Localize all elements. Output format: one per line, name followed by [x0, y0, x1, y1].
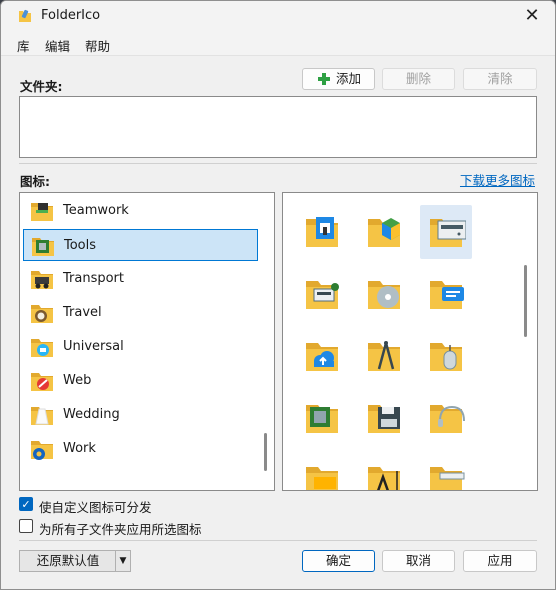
- divider: [19, 163, 537, 164]
- clear-folders-button[interactable]: 清除: [463, 68, 537, 90]
- dialog-content: 文件夹: 添加 删除 清除 图标: 下载更多图标 Teamwork Tools …: [1, 55, 555, 589]
- library-list[interactable]: Teamwork Tools Transport Travel Universa…: [19, 192, 275, 491]
- cancel-button[interactable]: 取消: [382, 550, 455, 572]
- folders-label: 文件夹:: [20, 79, 63, 94]
- close-button[interactable]: ✕: [521, 5, 543, 27]
- icon-grid-item[interactable]: [420, 391, 472, 445]
- compass-folder-icon: [368, 341, 400, 371]
- menu-bar: 库 编辑 帮助: [1, 32, 555, 54]
- library-label: Work: [63, 441, 96, 456]
- restore-defaults-button[interactable]: 还原默认值 ▼: [19, 550, 131, 572]
- restore-defaults-label: 还原默认值: [36, 553, 100, 568]
- app-window: FolderIco ✕ 库 编辑 帮助 文件夹: 添加 删除 清除 图标: 下载…: [0, 0, 556, 590]
- library-label: Universal: [63, 339, 124, 354]
- library-label: Teamwork: [63, 203, 129, 218]
- icon-grid-item[interactable]: [296, 267, 348, 321]
- library-item-transport[interactable]: Transport: [23, 263, 258, 295]
- headphones-folder-icon: [430, 405, 465, 433]
- icon-grid-item[interactable]: [420, 453, 472, 490]
- library-item-universal[interactable]: Universal: [23, 331, 258, 363]
- divider: [19, 540, 537, 541]
- cloud-upload-folder-icon: [306, 343, 338, 371]
- folders-list[interactable]: [19, 96, 537, 158]
- chip-folder-icon: [306, 405, 338, 433]
- library-item-tools[interactable]: Tools: [23, 229, 258, 261]
- add-folder-button[interactable]: 添加: [302, 68, 375, 90]
- menu-library[interactable]: 库: [17, 36, 30, 55]
- icon-grid-item[interactable]: [296, 329, 348, 383]
- floppy-folder-icon: [368, 405, 400, 433]
- add-folder-label: 添加: [336, 71, 362, 86]
- font-folder-icon: [368, 467, 400, 490]
- 3d-printer-folder-icon: [306, 217, 338, 247]
- plus-icon: [318, 73, 330, 85]
- icon-grid-item[interactable]: [296, 205, 348, 259]
- travel-folder-icon: [31, 305, 53, 323]
- ruler-folder-icon: [430, 467, 465, 490]
- library-item-travel[interactable]: Travel: [23, 297, 258, 329]
- distributable-label: 使自定义图标可分发: [39, 500, 152, 515]
- icon-grid-item[interactable]: [420, 267, 472, 321]
- tools-folder-icon: [32, 238, 54, 256]
- library-label: Tools: [64, 238, 97, 253]
- library-item-wedding[interactable]: Wedding: [23, 399, 258, 431]
- apply-subfolders-checkbox[interactable]: [19, 519, 33, 533]
- folder-folder-icon: [306, 467, 338, 490]
- mouse-folder-icon: [430, 343, 462, 371]
- cd-folder-icon: [368, 281, 400, 309]
- menu-edit[interactable]: 编辑: [45, 36, 70, 55]
- download-more-icons-link[interactable]: 下载更多图标: [460, 170, 535, 189]
- icon-grid-item[interactable]: [358, 205, 410, 259]
- server-folder-icon: [430, 219, 466, 247]
- icon-grid-item[interactable]: [420, 329, 472, 383]
- computer-folder-icon: [306, 281, 339, 309]
- library-item-work[interactable]: Work: [23, 433, 258, 465]
- icon-grid-item[interactable]: [358, 391, 410, 445]
- library-scrollbar[interactable]: [264, 433, 267, 471]
- apply-subfolders-label: 为所有子文件夹应用所选图标: [39, 522, 202, 537]
- chevron-down-icon[interactable]: ▼: [115, 551, 130, 571]
- icons-label: 图标:: [20, 174, 50, 189]
- teamwork-folder-icon: [31, 203, 53, 221]
- icon-grid-scrollbar[interactable]: [524, 265, 527, 337]
- app-logo-icon: [19, 9, 31, 22]
- menu-help[interactable]: 帮助: [85, 36, 110, 55]
- wedding-folder-icon: [31, 407, 53, 425]
- icon-grid[interactable]: [282, 192, 538, 491]
- library-label: Transport: [63, 271, 125, 286]
- title-bar[interactable]: FolderIco ✕: [1, 1, 555, 31]
- library-label: Wedding: [63, 407, 120, 422]
- library-item-teamwork[interactable]: Teamwork: [23, 195, 258, 227]
- chat-folder-icon: [430, 281, 464, 309]
- library-label: Travel: [63, 305, 102, 320]
- library-label: Web: [63, 373, 92, 388]
- cube-folder-icon: [368, 218, 400, 247]
- close-icon: ✕: [524, 5, 540, 26]
- web-folder-icon: [31, 373, 53, 391]
- icon-grid-item[interactable]: [296, 453, 348, 490]
- icon-grid-item-selected[interactable]: [420, 205, 472, 259]
- library-item-web[interactable]: Web: [23, 365, 258, 397]
- icon-grid-item[interactable]: [296, 391, 348, 445]
- delete-folder-button[interactable]: 删除: [382, 68, 455, 90]
- icon-grid-item[interactable]: [358, 453, 410, 490]
- work-folder-icon: [31, 441, 53, 460]
- distributable-checkbox[interactable]: ✓: [19, 497, 33, 511]
- window-title: FolderIco: [41, 8, 101, 23]
- universal-folder-icon: [31, 339, 53, 357]
- transport-folder-icon: [31, 271, 53, 289]
- ok-button[interactable]: 确定: [302, 550, 375, 572]
- apply-button[interactable]: 应用: [463, 550, 537, 572]
- icon-grid-item[interactable]: [358, 329, 410, 383]
- icon-grid-item[interactable]: [358, 267, 410, 321]
